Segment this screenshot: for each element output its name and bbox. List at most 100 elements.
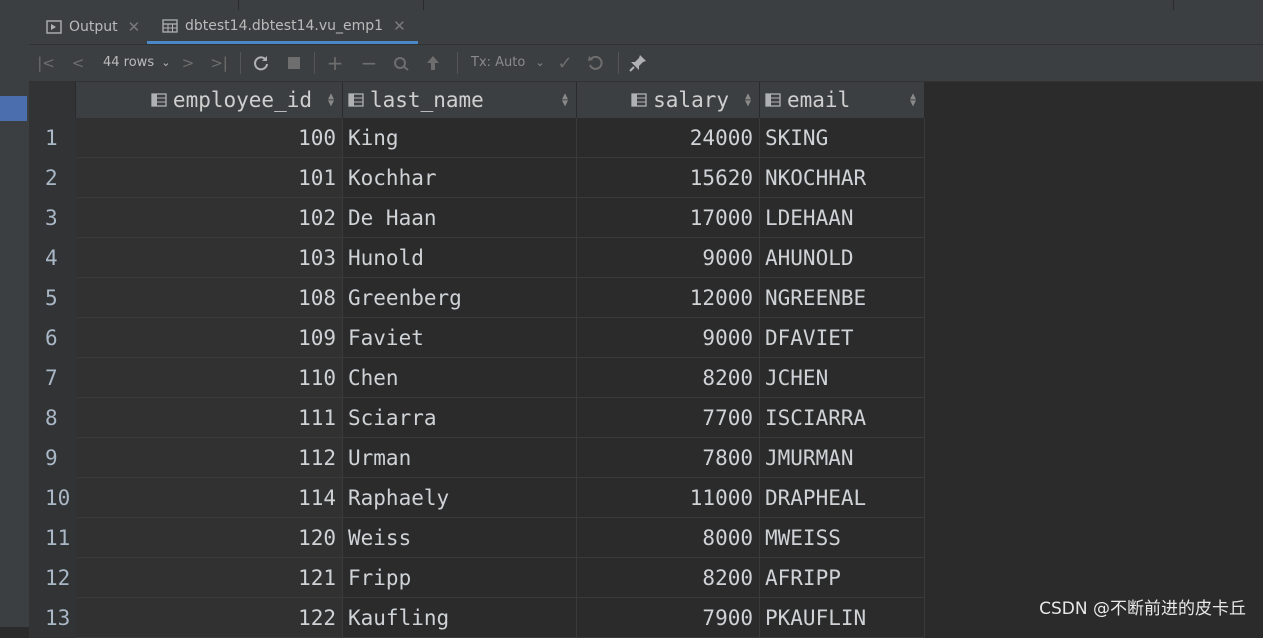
cell-last-name[interactable]: Fripp: [343, 558, 577, 597]
tab-output[interactable]: Output ✕: [46, 10, 140, 44]
cell-employee-id[interactable]: 108: [76, 278, 343, 317]
cell-employee-id[interactable]: 112: [76, 438, 343, 477]
cell-email[interactable]: DFAVIET: [760, 318, 925, 357]
row-count-dropdown[interactable]: 44 rows ⌄: [103, 55, 170, 70]
table-row[interactable]: 108 Greenberg 12000 NGREENBE: [76, 278, 925, 318]
table-row[interactable]: 114 Raphaely 11000 DRAPHEAL: [76, 478, 925, 518]
row-number[interactable]: 1: [29, 118, 76, 158]
sort-icon[interactable]: ▲ ▼: [745, 92, 751, 109]
cell-employee-id[interactable]: 103: [76, 238, 343, 277]
sort-icon[interactable]: ▲ ▼: [910, 92, 916, 109]
cell-salary[interactable]: 9000: [577, 238, 760, 277]
tab-vu-emp1[interactable]: dbtest14.dbtest14.vu_emp1 ✕: [147, 10, 418, 44]
cell-email[interactable]: NKOCHHAR: [760, 158, 925, 197]
cell-employee-id[interactable]: 111: [76, 398, 343, 437]
last-page-icon[interactable]: >|: [209, 53, 229, 73]
rollback-icon[interactable]: [585, 53, 605, 73]
cell-last-name[interactable]: Urman: [343, 438, 577, 477]
cell-last-name[interactable]: Greenberg: [343, 278, 577, 317]
row-number[interactable]: 5: [29, 278, 76, 318]
close-icon[interactable]: ✕: [128, 18, 141, 36]
cell-email[interactable]: SKING: [760, 118, 925, 157]
cell-last-name[interactable]: Weiss: [343, 518, 577, 557]
column-header-last-name[interactable]: last_name ▲ ▼: [343, 82, 577, 118]
cell-email[interactable]: AFRIPP: [760, 558, 925, 597]
table-row[interactable]: 122 Kaufling 7900 PKAUFLIN: [76, 598, 925, 638]
table-row[interactable]: 121 Fripp 8200 AFRIPP: [76, 558, 925, 598]
cell-email[interactable]: JCHEN: [760, 358, 925, 397]
cell-employee-id[interactable]: 121: [76, 558, 343, 597]
cell-salary[interactable]: 17000: [577, 198, 760, 237]
cell-email[interactable]: ISCIARRA: [760, 398, 925, 437]
cell-salary[interactable]: 9000: [577, 318, 760, 357]
transaction-mode-dropdown[interactable]: Tx: Auto ⌄: [471, 55, 545, 70]
cell-employee-id[interactable]: 101: [76, 158, 343, 197]
table-row[interactable]: 112 Urman 7800 JMURMAN: [76, 438, 925, 478]
add-row-icon[interactable]: +: [325, 51, 345, 75]
cell-salary[interactable]: 8200: [577, 558, 760, 597]
cell-last-name[interactable]: Faviet: [343, 318, 577, 357]
submit-icon[interactable]: [423, 53, 443, 73]
cell-salary[interactable]: 11000: [577, 478, 760, 517]
cell-salary[interactable]: 8200: [577, 358, 760, 397]
stop-icon[interactable]: [285, 53, 303, 73]
cell-salary[interactable]: 8000: [577, 518, 760, 557]
cell-employee-id[interactable]: 102: [76, 198, 343, 237]
row-number[interactable]: 12: [29, 558, 76, 598]
row-number[interactable]: 11: [29, 518, 76, 558]
row-number[interactable]: 3: [29, 198, 76, 238]
cell-last-name[interactable]: Kochhar: [343, 158, 577, 197]
column-header-email[interactable]: email ▲ ▼: [760, 82, 925, 118]
previous-page-icon[interactable]: <: [69, 53, 87, 73]
cell-salary[interactable]: 7900: [577, 598, 760, 637]
cell-email[interactable]: MWEISS: [760, 518, 925, 557]
cell-employee-id[interactable]: 122: [76, 598, 343, 637]
row-number[interactable]: 4: [29, 238, 76, 278]
cell-email[interactable]: PKAUFLIN: [760, 598, 925, 637]
cell-last-name[interactable]: King: [343, 118, 577, 157]
table-row[interactable]: 110 Chen 8200 JCHEN: [76, 358, 925, 398]
column-header-salary[interactable]: salary ▲ ▼: [577, 82, 760, 118]
cell-salary[interactable]: 12000: [577, 278, 760, 317]
revert-icon[interactable]: [391, 53, 411, 73]
cell-last-name[interactable]: Sciarra: [343, 398, 577, 437]
next-page-icon[interactable]: >: [179, 53, 197, 73]
table-row[interactable]: 111 Sciarra 7700 ISCIARRA: [76, 398, 925, 438]
cell-salary[interactable]: 24000: [577, 118, 760, 157]
column-header-employee-id[interactable]: employee_id ▲ ▼: [76, 82, 343, 118]
cell-salary[interactable]: 7800: [577, 438, 760, 477]
row-number[interactable]: 2: [29, 158, 76, 198]
cell-last-name[interactable]: De Haan: [343, 198, 577, 237]
row-number[interactable]: 10: [29, 478, 76, 518]
cell-employee-id[interactable]: 109: [76, 318, 343, 357]
cell-email[interactable]: AHUNOLD: [760, 238, 925, 277]
pin-icon[interactable]: [627, 53, 649, 73]
row-number[interactable]: 9: [29, 438, 76, 478]
cell-email[interactable]: LDEHAAN: [760, 198, 925, 237]
sort-icon[interactable]: ▲ ▼: [328, 92, 334, 109]
close-icon[interactable]: ✕: [393, 17, 406, 35]
first-page-icon[interactable]: |<: [37, 53, 55, 73]
cell-last-name[interactable]: Raphaely: [343, 478, 577, 517]
cell-last-name[interactable]: Hunold: [343, 238, 577, 277]
cell-salary[interactable]: 15620: [577, 158, 760, 197]
table-row[interactable]: 101 Kochhar 15620 NKOCHHAR: [76, 158, 925, 198]
commit-icon[interactable]: ✓: [555, 53, 575, 74]
remove-row-icon[interactable]: −: [359, 51, 379, 75]
row-number[interactable]: 8: [29, 398, 76, 438]
left-strip-selected-item[interactable]: [0, 96, 27, 121]
cell-employee-id[interactable]: 100: [76, 118, 343, 157]
refresh-icon[interactable]: [251, 53, 271, 73]
cell-last-name[interactable]: Kaufling: [343, 598, 577, 637]
table-row[interactable]: 109 Faviet 9000 DFAVIET: [76, 318, 925, 358]
cell-salary[interactable]: 7700: [577, 398, 760, 437]
cell-email[interactable]: DRAPHEAL: [760, 478, 925, 517]
cell-last-name[interactable]: Chen: [343, 358, 577, 397]
row-number[interactable]: 6: [29, 318, 76, 358]
cell-employee-id[interactable]: 114: [76, 478, 343, 517]
cell-employee-id[interactable]: 110: [76, 358, 343, 397]
cell-email[interactable]: JMURMAN: [760, 438, 925, 477]
row-number[interactable]: 7: [29, 358, 76, 398]
table-row[interactable]: 102 De Haan 17000 LDEHAAN: [76, 198, 925, 238]
cell-employee-id[interactable]: 120: [76, 518, 343, 557]
